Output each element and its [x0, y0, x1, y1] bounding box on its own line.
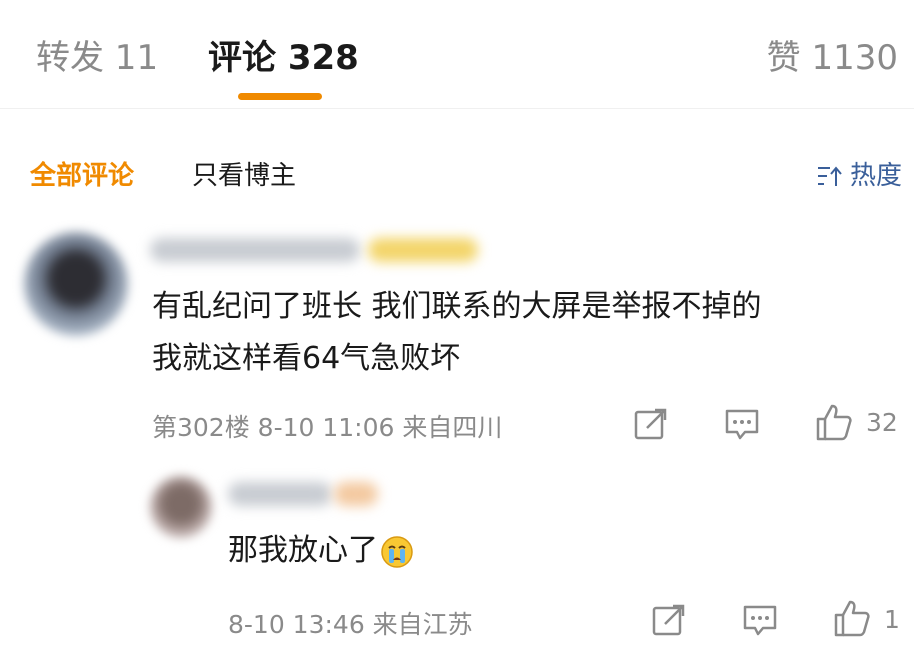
- comment-text-line-1: 有乱纪问了班长 我们联系的大屏是举报不掉的: [152, 289, 762, 324]
- like-count: 32: [866, 408, 898, 437]
- reply-icon[interactable]: [741, 601, 779, 639]
- avatar[interactable]: [150, 476, 212, 538]
- like-icon[interactable]: [832, 598, 872, 638]
- like-count: 1: [884, 605, 900, 634]
- username-redacted[interactable]: [228, 482, 332, 506]
- avatar[interactable]: [24, 232, 128, 336]
- filter-author-only[interactable]: 只看博主: [192, 155, 296, 192]
- crying-face-icon: [381, 535, 413, 568]
- tab-comments[interactable]: 评论 328: [208, 30, 359, 79]
- reply-meta: 8-10 13:46 来自江苏: [228, 610, 473, 639]
- filter-all-comments[interactable]: 全部评论: [30, 155, 134, 192]
- comment-meta: 第302楼 8-10 11:06 来自四川: [152, 413, 503, 442]
- share-icon[interactable]: [651, 602, 687, 638]
- tab-bar: 转发 11 评论 328 赞 1130: [0, 0, 914, 109]
- sort-button[interactable]: 热度: [816, 155, 902, 192]
- reply-text: 那我放心了: [228, 526, 414, 576]
- sort-icon: [817, 165, 842, 186]
- tab-likes[interactable]: 赞 1130: [767, 30, 898, 79]
- comment-filter-bar: 全部评论 只看博主 热度: [0, 148, 914, 196]
- share-icon[interactable]: [633, 406, 669, 442]
- comment-text-line-2: 我就这样看64气急败坏: [152, 341, 461, 376]
- tab-repost[interactable]: 转发 11: [36, 30, 158, 79]
- sort-label: 热度: [849, 161, 902, 191]
- reply-text-content: 那我放心了: [228, 533, 378, 568]
- user-badge-redacted: [334, 482, 378, 506]
- user-badge-redacted: [368, 238, 478, 262]
- username-redacted[interactable]: [150, 238, 360, 262]
- active-tab-indicator: [238, 93, 322, 100]
- like-icon[interactable]: [814, 402, 854, 442]
- reply-icon[interactable]: [723, 405, 761, 443]
